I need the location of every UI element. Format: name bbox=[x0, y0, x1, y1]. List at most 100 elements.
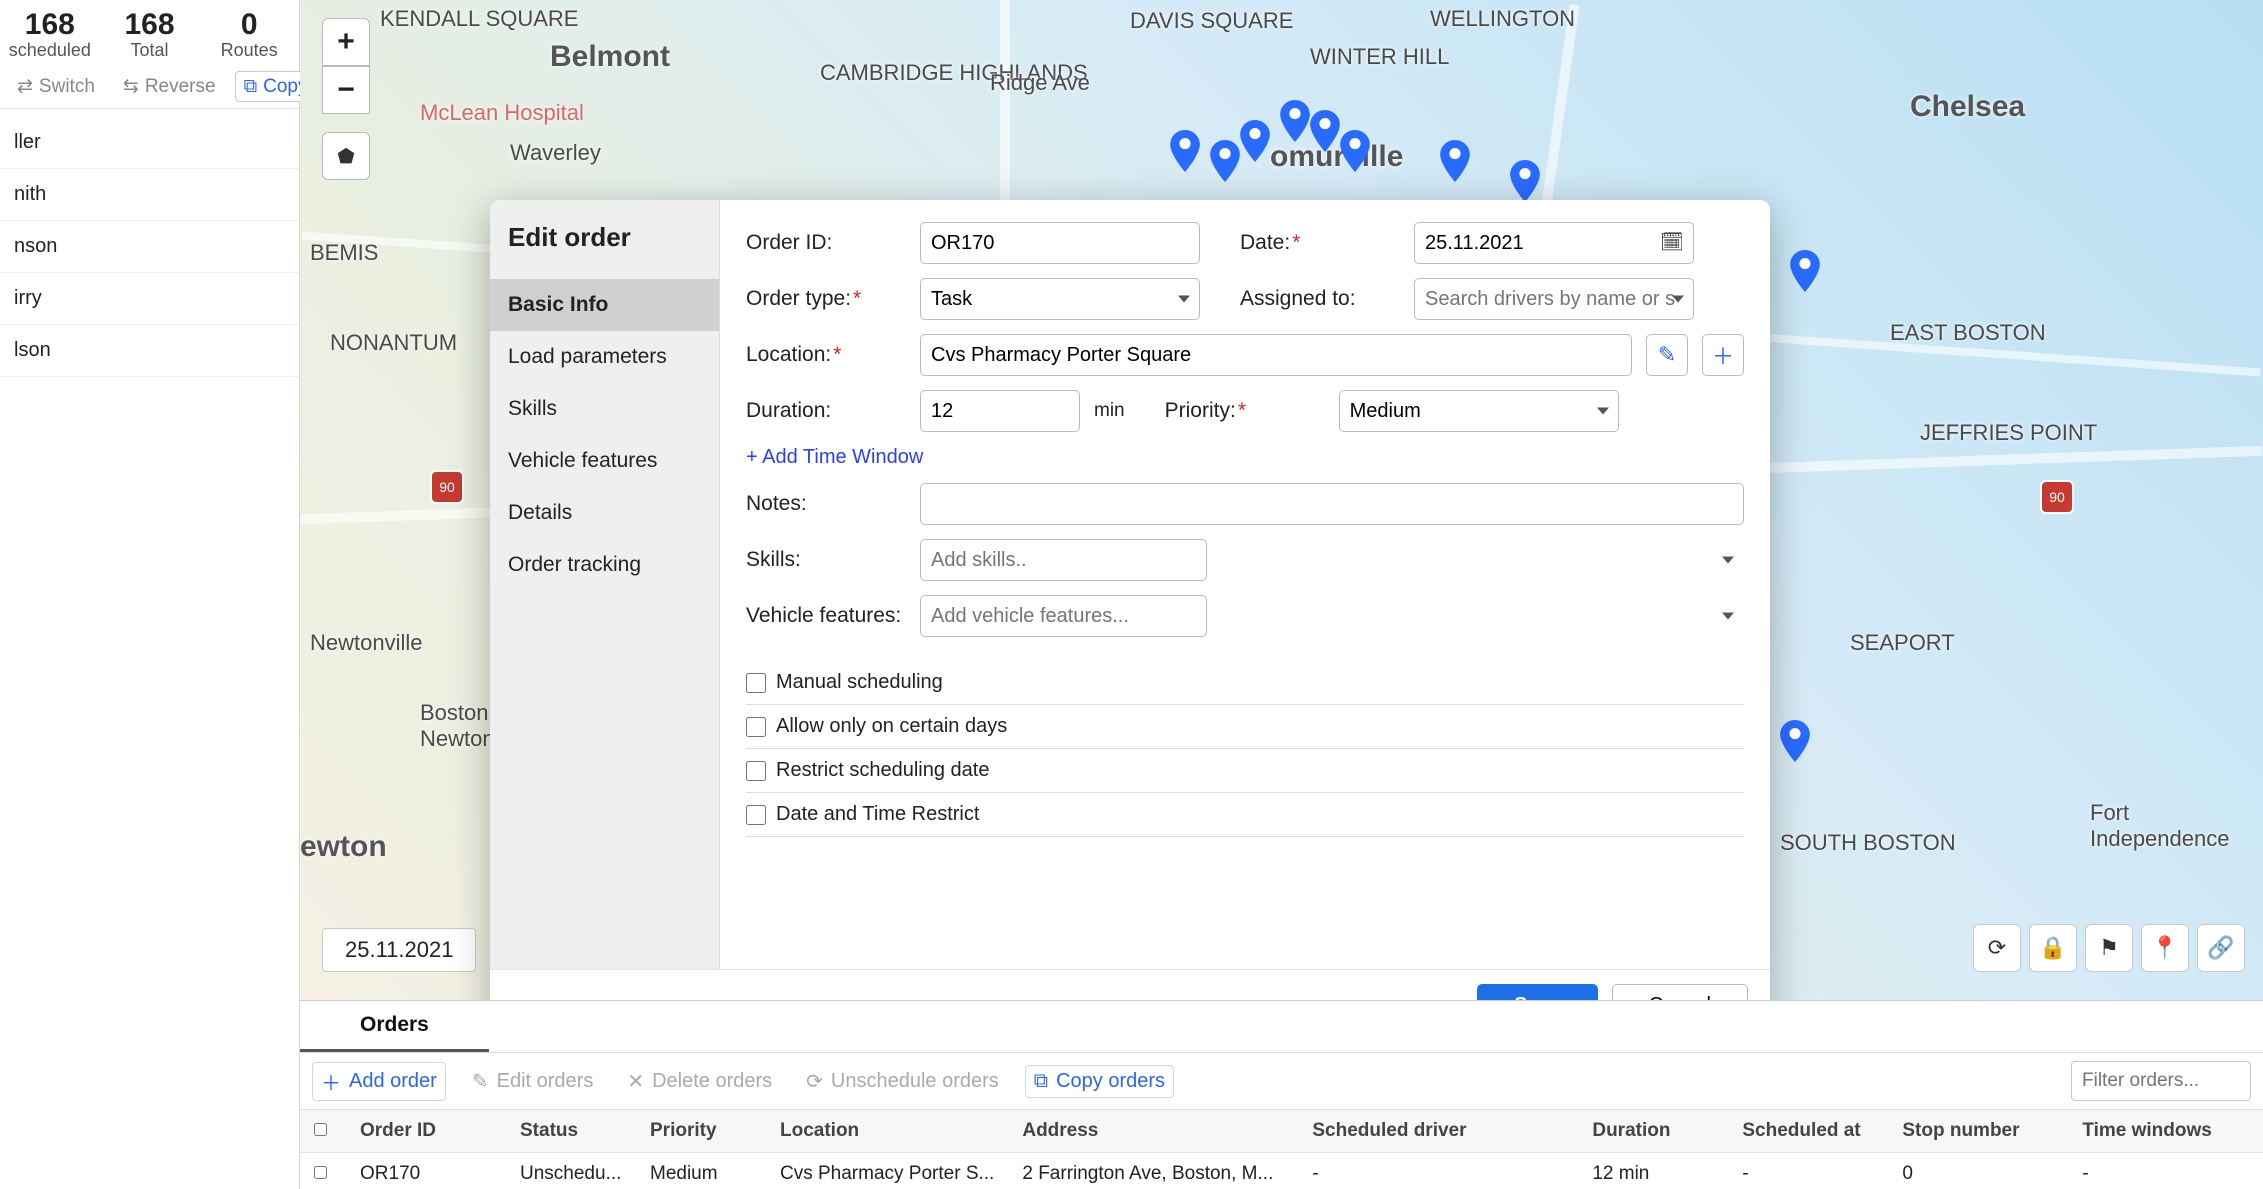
tab-vehicle-features[interactable]: Vehicle features bbox=[490, 435, 719, 487]
map-pin-icon[interactable] bbox=[1440, 140, 1470, 182]
unschedule-orders-button[interactable]: ⟳Unschedule orders bbox=[798, 1065, 1007, 1098]
stats-row: 168 scheduled 168 Total 0 Routes bbox=[0, 0, 299, 65]
map-date-pill[interactable]: 25.11.2021 bbox=[322, 928, 476, 972]
driver-list-item[interactable]: lson bbox=[0, 325, 299, 377]
flag-button[interactable]: ⚑ bbox=[2085, 924, 2133, 972]
side-tools: ⇄Switch ⇆Reverse ⧉Copy bbox=[0, 65, 299, 109]
polygon-draw-button[interactable] bbox=[322, 132, 370, 180]
col-status[interactable]: Status bbox=[506, 1110, 636, 1153]
assigned-to-select[interactable] bbox=[1414, 278, 1694, 320]
checkbox[interactable] bbox=[746, 761, 766, 781]
locate-button[interactable]: 📍 bbox=[2141, 924, 2189, 972]
edit-location-button[interactable]: ✎ bbox=[1646, 334, 1688, 376]
map-pin-icon[interactable] bbox=[1780, 720, 1810, 762]
modal-form: Order ID: Date: 🗓 Order type: bbox=[720, 200, 1770, 969]
col-order-id[interactable]: Order ID bbox=[346, 1110, 506, 1153]
order-type-select[interactable] bbox=[920, 278, 1200, 320]
copy-orders-button[interactable]: ⧉Copy orders bbox=[1025, 1065, 1174, 1098]
tab-basic-info[interactable]: Basic Info bbox=[490, 279, 719, 331]
map-pin-icon[interactable] bbox=[1510, 160, 1540, 202]
map-pin-icon[interactable] bbox=[1310, 110, 1340, 152]
cell-status: Unschedu... bbox=[506, 1153, 636, 1189]
check-manual-scheduling[interactable]: Manual scheduling bbox=[746, 661, 1744, 705]
checkbox[interactable] bbox=[746, 673, 766, 693]
stat-scheduled: 168 scheduled bbox=[0, 8, 100, 61]
filter-orders-input[interactable] bbox=[2071, 1061, 2251, 1101]
priority-select[interactable] bbox=[1339, 390, 1619, 432]
col-priority[interactable]: Priority bbox=[636, 1110, 766, 1153]
cell-scheduled-at: - bbox=[1728, 1153, 1888, 1189]
notes-input[interactable] bbox=[920, 483, 1744, 525]
x-icon: ✕ bbox=[627, 1069, 644, 1094]
order-id-label: Order ID: bbox=[746, 231, 906, 255]
add-order-button[interactable]: ＋Add order bbox=[312, 1062, 446, 1101]
map-pin-icon[interactable] bbox=[1210, 140, 1240, 182]
add-location-button[interactable]: ＋ bbox=[1702, 334, 1744, 376]
check-date-time-restrict[interactable]: Date and Time Restrict bbox=[746, 793, 1744, 837]
select-all-checkbox[interactable] bbox=[314, 1123, 327, 1136]
driver-list-item[interactable]: irry bbox=[0, 273, 299, 325]
zoom-in-button[interactable]: + bbox=[322, 18, 370, 66]
calendar-icon[interactable]: 🗓 bbox=[1660, 230, 1684, 254]
tab-details[interactable]: Details bbox=[490, 487, 719, 539]
col-stop-number[interactable]: Stop number bbox=[1888, 1110, 2068, 1153]
location-icon: 📍 bbox=[2151, 935, 2178, 961]
map-pin-icon[interactable] bbox=[1340, 130, 1370, 172]
date-input[interactable] bbox=[1414, 222, 1694, 264]
col-scheduled-at[interactable]: Scheduled at bbox=[1728, 1110, 1888, 1153]
driver-list-item[interactable]: nith bbox=[0, 169, 299, 221]
vehicle-features-select[interactable] bbox=[920, 595, 1207, 637]
map-zoom-controls: + − bbox=[322, 18, 370, 180]
cell-stop: 0 bbox=[1888, 1153, 2068, 1189]
orders-panel: Orders ＋Add order ✎Edit orders ✕Delete o… bbox=[300, 1000, 2263, 1189]
col-time-windows[interactable]: Time windows bbox=[2068, 1110, 2263, 1153]
order-id-input[interactable] bbox=[920, 222, 1200, 264]
duration-label: Duration: bbox=[746, 399, 906, 423]
stat-total-label: Total bbox=[100, 40, 200, 61]
reverse-button[interactable]: ⇆Reverse bbox=[114, 71, 225, 102]
delete-orders-button[interactable]: ✕Delete orders bbox=[619, 1065, 780, 1098]
driver-list-item[interactable]: nson bbox=[0, 221, 299, 273]
lock-button[interactable]: 🔒 bbox=[2029, 924, 2077, 972]
skills-select[interactable] bbox=[920, 539, 1207, 581]
tab-skills[interactable]: Skills bbox=[490, 383, 719, 435]
location-label: Location: bbox=[746, 343, 906, 367]
link-button[interactable]: 🔗 bbox=[2197, 924, 2245, 972]
map-label-seaport: SEAPORT bbox=[1850, 630, 1955, 656]
skills-label: Skills: bbox=[746, 548, 906, 572]
row-checkbox[interactable] bbox=[314, 1166, 327, 1179]
tab-order-tracking[interactable]: Order tracking bbox=[490, 539, 719, 591]
driver-list: ller nith nson irry lson bbox=[0, 109, 299, 377]
map-label-southboston: SOUTH BOSTON bbox=[1780, 830, 1956, 856]
zoom-out-button[interactable]: − bbox=[322, 66, 370, 114]
refresh-icon: ⟳ bbox=[806, 1069, 823, 1094]
map-pin-icon[interactable] bbox=[1790, 250, 1820, 292]
col-duration[interactable]: Duration bbox=[1578, 1110, 1728, 1153]
location-input[interactable] bbox=[920, 334, 1632, 376]
cell-priority: Medium bbox=[636, 1153, 766, 1189]
map-label-fortind: Fort Independence bbox=[2090, 800, 2263, 852]
checkbox[interactable] bbox=[746, 805, 766, 825]
map-pin-icon[interactable] bbox=[1280, 100, 1310, 142]
col-location[interactable]: Location bbox=[766, 1110, 1008, 1153]
tab-orders[interactable]: Orders bbox=[300, 1001, 489, 1052]
orders-header-row: Order ID Status Priority Location Addres… bbox=[300, 1110, 2263, 1153]
map-pin-icon[interactable] bbox=[1240, 120, 1270, 162]
check-restrict-date[interactable]: Restrict scheduling date bbox=[746, 749, 1744, 793]
checkbox[interactable] bbox=[746, 717, 766, 737]
map-pin-icon[interactable] bbox=[1170, 130, 1200, 172]
refresh-button[interactable]: ⟳ bbox=[1973, 924, 2021, 972]
reverse-icon: ⇆ bbox=[123, 75, 139, 98]
tab-load-parameters[interactable]: Load parameters bbox=[490, 331, 719, 383]
table-row[interactable]: OR170 Unschedu... Medium Cvs Pharmacy Po… bbox=[300, 1153, 2263, 1189]
edit-orders-button[interactable]: ✎Edit orders bbox=[464, 1065, 601, 1098]
col-address[interactable]: Address bbox=[1008, 1110, 1298, 1153]
driver-list-item[interactable]: ller bbox=[0, 117, 299, 169]
col-scheduled-driver[interactable]: Scheduled driver bbox=[1298, 1110, 1578, 1153]
check-allow-certain-days[interactable]: Allow only on certain days bbox=[746, 705, 1744, 749]
switch-button[interactable]: ⇄Switch bbox=[8, 71, 104, 102]
duration-input[interactable] bbox=[920, 390, 1080, 432]
copy-icon: ⧉ bbox=[1034, 1070, 1048, 1093]
add-time-window-link[interactable]: + Add Time Window bbox=[746, 446, 923, 469]
lock-icon: 🔒 bbox=[2039, 935, 2066, 961]
